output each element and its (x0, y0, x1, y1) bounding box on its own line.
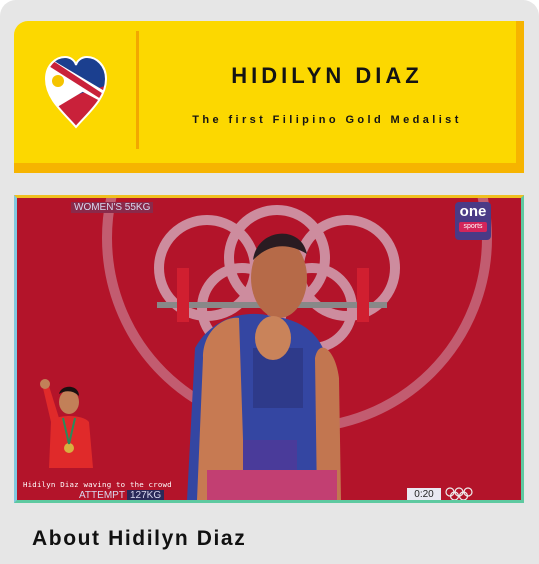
about-heading: About Hidilyn Diaz (32, 527, 247, 550)
hero-image: WOMEN'S 55KG one sports Hidilyn Diaz wav… (14, 195, 524, 503)
broadcast-logo: one sports (455, 202, 491, 240)
attempt-label: ATTEMPT (79, 490, 125, 501)
event-label: WOMEN'S 55KG (71, 202, 154, 213)
waving-athlete-thumbnail (39, 372, 101, 468)
olympic-rings-icon (445, 487, 473, 500)
header-edge-bottom (14, 163, 524, 173)
header-banner: HIDILYN DIAZ The first Filipino Gold Med… (14, 21, 524, 173)
timer-readout: 0:20 (407, 488, 441, 500)
page: HIDILYN DIAZ The first Filipino Gold Med… (0, 0, 539, 564)
page-subtitle: The first Filipino Gold Medalist (192, 114, 462, 126)
inset-caption: Hidilyn Diaz waving to the crowd (23, 480, 172, 489)
header-edge-right (516, 21, 524, 173)
philippine-flag-heart-icon (44, 55, 108, 129)
weight-label: 127KG (127, 490, 165, 500)
header-divider (136, 31, 139, 149)
broadcast-logo-top: one (459, 203, 487, 220)
page-title: HIDILYN DIAZ (231, 63, 423, 88)
broadcast-logo-bottom: sports (459, 222, 487, 232)
